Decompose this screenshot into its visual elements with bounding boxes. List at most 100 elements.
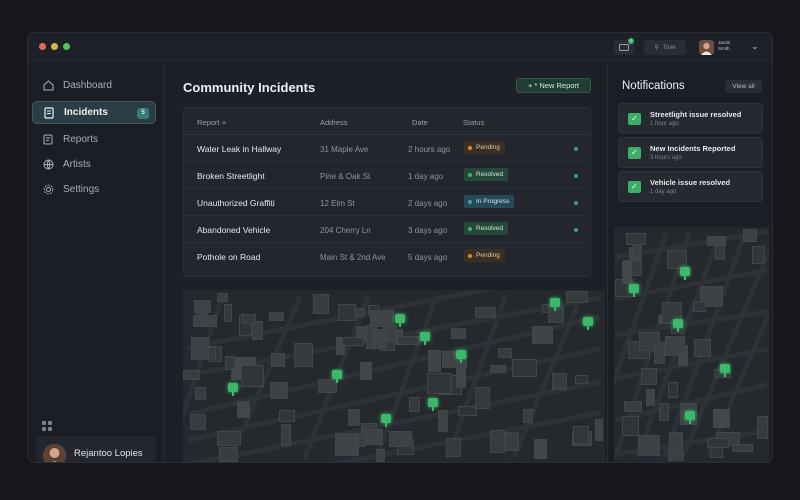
map-building bbox=[359, 361, 373, 380]
maximize-window-dot[interactable] bbox=[63, 43, 70, 50]
sidebar-item-reports[interactable]: Reports bbox=[32, 128, 156, 151]
sidebar-item-label: Incidents bbox=[64, 107, 108, 118]
map-building bbox=[532, 325, 553, 345]
map-building bbox=[756, 415, 769, 439]
column-header-status[interactable]: Status bbox=[463, 118, 484, 127]
map-building bbox=[654, 342, 665, 365]
view-all-button[interactable]: View all bbox=[725, 80, 762, 93]
sidebar: Dashboard Incidents 5 Reports Artists Se… bbox=[28, 62, 164, 462]
home-icon bbox=[42, 80, 54, 92]
incident-pin-icon[interactable] bbox=[428, 398, 438, 411]
incident-pin-icon[interactable] bbox=[673, 319, 683, 332]
map-building bbox=[669, 432, 683, 455]
main-content: Community Incidents + * New Report Repor… bbox=[165, 62, 605, 462]
report-date: 1 day ago bbox=[408, 172, 444, 181]
incident-pin-icon[interactable] bbox=[550, 298, 560, 311]
map-building bbox=[455, 365, 466, 388]
map-building bbox=[573, 425, 590, 445]
incident-pin-icon[interactable] bbox=[583, 317, 593, 330]
search-button[interactable]: ⚲ Tove bbox=[644, 40, 686, 55]
sidebar-item-artists[interactable]: Artists bbox=[32, 153, 156, 176]
globe-icon bbox=[42, 159, 54, 171]
chevron-down-icon[interactable]: ⌄ bbox=[751, 41, 759, 52]
user-name: Rejantoo Lopies bbox=[74, 448, 143, 459]
check-icon: ✓ bbox=[628, 147, 641, 159]
side-map[interactable] bbox=[614, 227, 769, 462]
row-indicator-dot bbox=[574, 201, 578, 205]
map-building bbox=[709, 446, 723, 459]
map-building bbox=[189, 413, 206, 431]
column-header-report[interactable]: Report ⟡ bbox=[197, 118, 226, 128]
map-building bbox=[216, 293, 228, 303]
column-header-address[interactable]: Address bbox=[320, 118, 348, 127]
incident-pin-icon[interactable] bbox=[420, 332, 430, 345]
incident-pin-icon[interactable] bbox=[395, 314, 405, 327]
incident-pin-icon[interactable] bbox=[720, 364, 730, 377]
map-building bbox=[217, 431, 241, 447]
map-building bbox=[183, 370, 200, 380]
incident-pin-icon[interactable] bbox=[332, 370, 342, 383]
row-indicator-dot bbox=[574, 147, 578, 151]
map-building bbox=[427, 349, 442, 373]
map-building bbox=[707, 437, 730, 449]
map-building bbox=[369, 309, 394, 327]
incident-count-badge: 5 bbox=[137, 108, 149, 119]
incidents-table: Report ⟡ Address Date Status Water Leak … bbox=[183, 107, 591, 277]
settings-icon bbox=[42, 184, 54, 196]
incident-pin-icon[interactable] bbox=[629, 284, 639, 297]
user-card[interactable]: Rejantoo Lopies bbox=[36, 436, 156, 462]
incident-pin-icon[interactable] bbox=[680, 267, 690, 280]
incident-pin-icon[interactable] bbox=[381, 414, 391, 427]
apps-grid-icon[interactable] bbox=[42, 418, 52, 431]
sidebar-item-label: Dashboard bbox=[63, 80, 112, 91]
map-building bbox=[408, 397, 421, 412]
map-building bbox=[658, 402, 669, 422]
sidebar-item-label: Reports bbox=[63, 134, 99, 145]
map-building bbox=[489, 429, 505, 453]
map-building bbox=[551, 373, 567, 390]
notification-time: 3 hours ago bbox=[650, 155, 682, 161]
table-row[interactable]: Pothole on Road Main St & 2nd Ave 5 days… bbox=[184, 243, 590, 270]
status-badge: Resolved bbox=[464, 168, 509, 181]
notification-item[interactable]: ✓ New Incidents Reported 3 hours ago bbox=[618, 137, 763, 168]
incident-pin-icon[interactable] bbox=[456, 350, 466, 363]
map-building bbox=[475, 306, 496, 319]
sidebar-item-dashboard[interactable]: Dashboard bbox=[32, 74, 156, 97]
notification-item[interactable]: ✓ Vehicle issue resolved 1 day ago bbox=[618, 171, 763, 202]
map-building bbox=[219, 447, 238, 462]
table-row[interactable]: Broken Streetlight Pine & Oak St 1 day a… bbox=[184, 162, 590, 189]
incident-pin-icon[interactable] bbox=[228, 383, 238, 396]
notification-item[interactable]: ✓ Streetlight issue resolved 1 hour ago bbox=[618, 103, 763, 134]
map-building bbox=[574, 375, 589, 384]
minimize-window-dot[interactable] bbox=[51, 43, 58, 50]
column-header-date[interactable]: Date bbox=[412, 118, 428, 127]
table-row[interactable]: Abandoned Vehicle 204 Cherry Ln 3 days a… bbox=[184, 216, 590, 243]
close-window-dot[interactable] bbox=[39, 43, 46, 50]
map-building bbox=[281, 423, 291, 447]
sidebar-item-incidents[interactable]: Incidents 5 bbox=[32, 101, 156, 124]
account-name[interactable]: Jacob Smith bbox=[718, 40, 730, 51]
map-building bbox=[641, 367, 657, 385]
sort-icon[interactable]: ⟡ bbox=[222, 120, 227, 127]
map-building bbox=[312, 294, 329, 315]
page-title: Community Incidents bbox=[183, 80, 316, 95]
report-address: Main St & 2nd Ave bbox=[320, 253, 386, 262]
map-building bbox=[626, 233, 647, 246]
table-header: Report ⟡ Address Date Status bbox=[184, 108, 590, 135]
table-row[interactable]: Water Leak in Hallway 31 Maple Ave 2 hou… bbox=[184, 135, 590, 162]
incident-map[interactable] bbox=[183, 290, 605, 462]
sidebar-item-settings[interactable]: Settings bbox=[32, 178, 156, 201]
new-report-button[interactable]: + * New Report bbox=[516, 78, 591, 93]
map-building bbox=[621, 261, 632, 284]
incident-pin-icon[interactable] bbox=[685, 411, 695, 424]
map-building bbox=[450, 327, 466, 339]
report-date: 5 days ago bbox=[408, 253, 448, 262]
map-building bbox=[426, 372, 453, 394]
map-building bbox=[196, 310, 209, 325]
map-building bbox=[241, 314, 256, 324]
table-row[interactable]: Unauthorized Graffiti 12 Elm St 2 days a… bbox=[184, 189, 590, 216]
map-building bbox=[437, 409, 449, 433]
map-building bbox=[268, 312, 284, 322]
avatar[interactable] bbox=[699, 40, 714, 55]
report-address: 12 Elm St bbox=[320, 199, 355, 208]
